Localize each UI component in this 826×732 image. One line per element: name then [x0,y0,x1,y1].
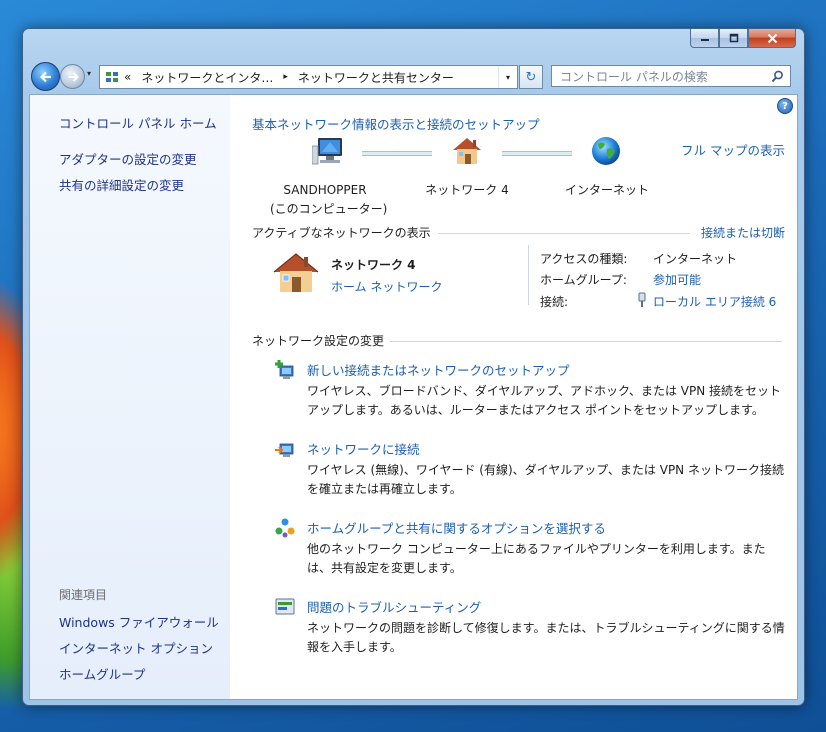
help-icon: ? [782,100,788,112]
sidebar-related-internet-options[interactable]: インターネット オプション [59,638,213,657]
search-icon[interactable] [771,70,784,83]
recent-pages-dropdown[interactable]: ▾ [87,69,91,78]
task-new-connection-link[interactable]: 新しい接続またはネットワークのセットアップ [307,360,570,379]
task-homegroup-desc: 他のネットワーク コンピューター上にあるファイルやプリンターを利用します。または… [307,542,766,575]
help-button[interactable]: ? [777,98,793,114]
active-network-home-icon [273,253,319,292]
active-networks-heading: アクティブなネットワークの表示 [252,226,431,240]
refresh-icon: ↻ [525,69,537,85]
troubleshoot-icon [275,598,295,615]
task-troubleshoot-link[interactable]: 問題のトラブルシューティング [307,597,481,616]
computer-subtitle: (このコンピューター) [270,202,388,216]
local-area-connection-link[interactable]: ローカル エリア接続 6 [653,293,776,310]
task-new-connection-desc: ワイヤレス、ブロードバンド、ダイヤルアップ、アドホック、または VPN 接続をセ… [307,384,782,417]
network-type-link[interactable]: ホーム ネットワーク [331,278,442,295]
computer-icon [312,138,342,165]
breadcrumb-separator[interactable]: ▸ [283,72,288,82]
homegroup-icon [275,518,295,538]
internet-globe-icon [592,137,620,165]
map-network-label: ネットワーク 4 [425,183,509,197]
sidebar-control-panel-home[interactable]: コントロール パネル ホーム [59,113,217,132]
address-overflow[interactable]: « [124,70,131,84]
task-connect-network-link[interactable]: ネットワークに接続 [307,439,420,458]
access-type-label: アクセスの種類: [540,252,628,266]
ethernet-plug-icon [638,292,646,307]
main-panel: ? 基本ネットワーク情報の表示と接続のセットアップ SANDHOPPER (この… [230,95,797,699]
connect-disconnect-link[interactable]: 接続または切断 [701,224,785,241]
map-computer-label: SANDHOPPER (このコンピューター) [270,181,388,219]
address-bar[interactable]: « ネットワークとインタ… ▸ ネットワークと共有センター ▾ [99,65,518,89]
address-dropdown[interactable]: ▾ [498,66,517,88]
back-button[interactable] [31,62,60,91]
sidebar-related-firewall[interactable]: Windows ファイアウォール [59,612,219,631]
access-type-value: インターネット [653,252,738,266]
page-title: 基本ネットワーク情報の表示と接続のセットアップ [252,117,540,132]
task-connect-network-desc: ワイヤレス (無線)、ワイヤード (有線)、ダイヤルアップ、または VPN ネッ… [307,463,784,496]
map-internet-label: インターネット [564,183,649,197]
forward-button[interactable] [60,64,85,89]
maximize-icon [729,33,738,43]
map-connector-2 [502,151,572,156]
forward-arrow-icon [68,71,79,82]
change-settings-heading: ネットワーク設定の変更 [252,334,385,348]
connection-label: 接続: [540,295,569,309]
minimize-icon [700,39,709,41]
props-divider [528,245,529,305]
full-map-link[interactable]: フル マップの表示 [681,140,785,159]
minimize-button[interactable] [690,29,719,48]
sidebar-item-advanced-sharing[interactable]: 共有の詳細設定の変更 [59,175,184,194]
connect-network-icon [275,443,294,457]
search-input[interactable]: コントロール パネルの検索 [560,68,708,85]
network-folder-icon [104,69,120,85]
back-arrow-icon [39,71,51,82]
search-box[interactable]: コントロール パネルの検索 [551,65,791,87]
homegroup-join-link[interactable]: 参加可能 [653,271,701,288]
computer-name: SANDHOPPER [283,183,367,197]
sidebar-related-homegroup[interactable]: ホームグループ [59,664,145,683]
content-area: コントロール パネル ホーム アダプターの設定の変更 共有の詳細設定の変更 関連… [29,94,798,700]
task-troubleshoot-desc: ネットワークの問題を診断して修復します。または、トラブルシューティングに関する情… [307,621,785,654]
navigation-bar: ▾ « ネットワークとインタ… ▸ ネットワークと共有センター ▾ ↻ コントロ… [31,62,793,91]
related-heading: 関連項目 [59,588,108,602]
sidebar-item-adapter-settings[interactable]: アダプターの設定の変更 [59,149,197,168]
maximize-button[interactable] [719,29,748,48]
breadcrumb-network-internet[interactable]: ネットワークとインタ… [141,69,273,86]
close-icon [767,33,777,43]
map-connector-1 [362,151,432,156]
sidebar: コントロール パネル ホーム アダプターの設定の変更 共有の詳細設定の変更 関連… [30,95,230,699]
active-network-name: ネットワーク 4 [331,258,416,272]
section-divider-active [438,233,690,234]
breadcrumb-sharing-center[interactable]: ネットワークと共有センター [298,69,454,86]
section-divider-settings [390,341,782,342]
refresh-button[interactable]: ↻ [519,65,543,89]
home-network-icon [453,138,481,164]
new-connection-icon [275,360,294,379]
network-sharing-center-window: ▾ « ネットワークとインタ… ▸ ネットワークと共有センター ▾ ↻ コントロ… [22,28,805,706]
homegroup-label: ホームグループ: [540,273,627,287]
task-homegroup-link[interactable]: ホームグループと共有に関するオプションを選択する [307,518,606,537]
caption-buttons [690,29,796,48]
close-button[interactable] [748,29,796,48]
